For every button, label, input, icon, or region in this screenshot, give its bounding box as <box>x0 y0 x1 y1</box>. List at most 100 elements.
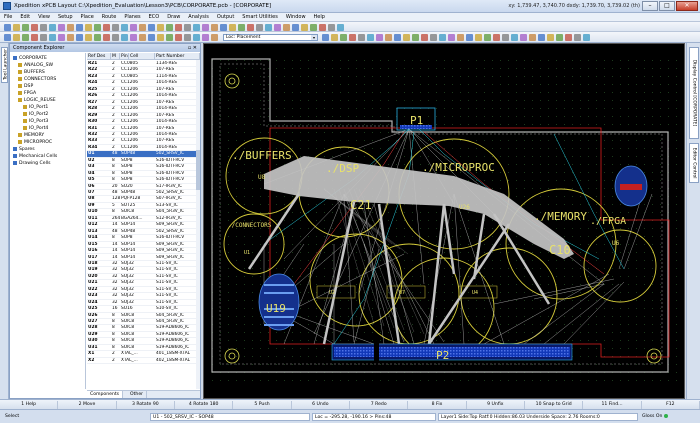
toolbar-button-icon[interactable] <box>394 33 401 41</box>
toolbar-button-icon[interactable] <box>4 23 11 31</box>
toolbar-button-icon[interactable] <box>148 23 155 31</box>
tab-other[interactable]: Other <box>127 391 148 398</box>
menu-output[interactable]: Output <box>217 14 234 20</box>
menu-window[interactable]: Window <box>286 14 306 20</box>
toolbar-button-icon[interactable] <box>265 23 272 31</box>
toolbar-button-icon[interactable] <box>103 33 110 41</box>
scrollbar-thumb[interactable] <box>196 150 200 190</box>
menu-draw[interactable]: Draw <box>167 14 180 20</box>
toolbar-button-icon[interactable] <box>211 33 218 41</box>
toolbar-button-icon[interactable] <box>457 33 464 41</box>
toolbar-button-icon[interactable] <box>565 33 572 41</box>
toolbar-button-icon[interactable] <box>331 33 338 41</box>
close-button[interactable]: ✕ <box>676 1 698 11</box>
toolbar-button-icon[interactable] <box>319 23 326 31</box>
toolbar-button-icon[interactable] <box>367 33 374 41</box>
function-key-button[interactable]: 5 Push <box>233 401 292 409</box>
toolbar-button-icon[interactable] <box>112 23 119 31</box>
toolbar-button-icon[interactable] <box>448 33 455 41</box>
toolbar-button-icon[interactable] <box>157 33 164 41</box>
tree-node[interactable]: IO_Port1 <box>23 104 48 111</box>
tree-node[interactable]: IO_Port2 <box>23 111 48 118</box>
function-key-button[interactable]: 1 Help <box>0 401 59 409</box>
toolbar-button-icon[interactable] <box>49 33 56 41</box>
tree-node[interactable]: FPGA <box>18 90 36 97</box>
pcb-layout-canvas[interactable]: P1 P2 U19 ./BUFFERS ./DSP ./MICROPROC ./… <box>203 43 685 399</box>
toolbar-button-icon[interactable] <box>529 33 536 41</box>
toolbar-button-icon[interactable] <box>139 23 146 31</box>
toolbar-button-icon[interactable] <box>31 23 38 31</box>
toolbar-button-icon[interactable] <box>220 23 227 31</box>
toolbar-button-icon[interactable] <box>283 23 290 31</box>
minimize-button[interactable]: – <box>642 1 658 11</box>
toolbar-button-icon[interactable] <box>349 33 356 41</box>
toolbar-button-icon[interactable] <box>247 23 254 31</box>
grid-scrollbar[interactable] <box>196 60 200 389</box>
toolbar-button-icon[interactable] <box>85 33 92 41</box>
toolbar-button-icon[interactable] <box>157 23 164 31</box>
toolbar-button-icon[interactable] <box>121 23 128 31</box>
toolbar-button-icon[interactable] <box>112 33 119 41</box>
tree-node[interactable]: CONNECTORS <box>18 76 56 83</box>
toolbar-button-icon[interactable] <box>211 23 218 31</box>
tree-node[interactable]: IO_Port4 <box>23 125 48 132</box>
toolbar-button-icon[interactable] <box>58 33 65 41</box>
toolbar-button-icon[interactable] <box>94 23 101 31</box>
chevron-down-icon[interactable]: ▾ <box>311 35 317 40</box>
function-key-button[interactable]: F12 <box>642 401 700 409</box>
toolbar-button-icon[interactable] <box>412 33 419 41</box>
tab-components[interactable]: Components <box>87 391 124 398</box>
toolbar-button-icon[interactable] <box>322 33 329 41</box>
toolbar-button-icon[interactable] <box>85 23 92 31</box>
toolbar-button-icon[interactable] <box>58 23 65 31</box>
tree-node[interactable]: MEMORY <box>18 132 44 139</box>
tree-node[interactable]: BUFFERS <box>18 69 45 76</box>
toolbar-button-icon[interactable] <box>94 33 101 41</box>
toolbar-button-icon[interactable] <box>256 23 263 31</box>
tree-node[interactable]: ANALOG_SW <box>18 62 53 69</box>
toolbar-button-icon[interactable] <box>193 33 200 41</box>
toolbar-button-icon[interactable] <box>583 33 590 41</box>
toolbar-button-icon[interactable] <box>238 23 245 31</box>
function-key-button[interactable]: 7 Redo <box>350 401 409 409</box>
toolbar-button-icon[interactable] <box>148 33 155 41</box>
tree-node[interactable]: DSP <box>18 83 33 90</box>
toolbar-button-icon[interactable] <box>538 33 545 41</box>
toolbar-button-icon[interactable] <box>385 33 392 41</box>
function-key-button[interactable]: 2 Move <box>58 401 117 409</box>
toolbar-button-icon[interactable] <box>430 33 437 41</box>
toolbar-button-icon[interactable] <box>184 33 191 41</box>
toolbar-button-icon[interactable] <box>202 33 209 41</box>
toolbar-button-icon[interactable] <box>67 33 74 41</box>
toolbar-button-icon[interactable] <box>103 23 110 31</box>
scheme-select[interactable]: Loc: Placement ▾ <box>223 34 318 41</box>
toolbar-button-icon[interactable] <box>340 33 347 41</box>
toolbar-button-icon[interactable] <box>511 33 518 41</box>
toolbar-button-icon[interactable] <box>31 33 38 41</box>
toolbar-button-icon[interactable] <box>175 23 182 31</box>
menu-help[interactable]: Help <box>314 14 325 20</box>
toolbar-button-icon[interactable] <box>121 33 128 41</box>
menu-planes[interactable]: Planes <box>124 14 140 20</box>
toolbar-button-icon[interactable] <box>67 23 74 31</box>
panel-pin-close-icon[interactable]: ▫ ✕ <box>188 44 197 52</box>
toolbar-button-icon[interactable] <box>274 23 281 31</box>
column-header[interactable]: Cell <box>129 53 155 60</box>
toolbar-button-icon[interactable] <box>574 33 581 41</box>
toolbar-button-icon[interactable] <box>13 33 20 41</box>
menu-place[interactable]: Place <box>81 14 94 20</box>
toolbar-button-icon[interactable] <box>139 33 146 41</box>
toolbar-button-icon[interactable] <box>76 33 83 41</box>
toolbar-button-icon[interactable] <box>493 33 500 41</box>
toolbar-button-icon[interactable] <box>439 33 446 41</box>
toolbar-button-icon[interactable] <box>502 33 509 41</box>
tree-node[interactable]: LOGIC_REUSE <box>18 97 56 104</box>
column-header[interactable]: M <box>111 53 120 60</box>
function-key-button[interactable]: 4 Rotate 180 <box>175 401 234 409</box>
menu-view[interactable]: View <box>38 14 50 20</box>
toolbar-button-icon[interactable] <box>40 33 47 41</box>
toolbar-button-icon[interactable] <box>130 33 137 41</box>
toolbar-button-icon[interactable] <box>328 23 335 31</box>
table-row[interactable]: X2 2 XTAL_... 402_18SM-XTAL <box>87 358 200 365</box>
toolbar-button-icon[interactable] <box>358 33 365 41</box>
